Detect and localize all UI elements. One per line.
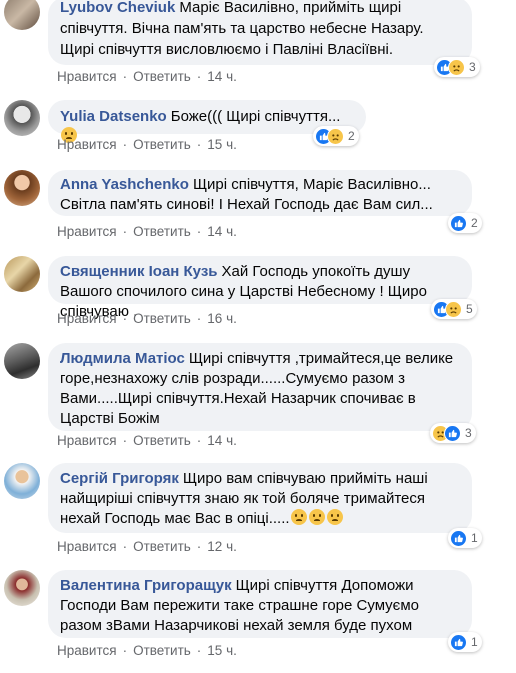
- separator: ·: [196, 539, 202, 554]
- avatar[interactable]: [4, 256, 40, 292]
- comment-actions: Нравится · Ответить · 12 ч.: [57, 539, 237, 554]
- sad-icon: [445, 300, 462, 318]
- comment-author[interactable]: Lyubov Cheviuk: [60, 0, 175, 16]
- reaction-count: 1: [471, 531, 478, 545]
- like-icon: [450, 214, 467, 232]
- reply-link[interactable]: Ответить: [133, 311, 191, 326]
- like-link[interactable]: Нравится: [57, 643, 117, 658]
- reaction-summary[interactable]: 5: [431, 299, 477, 319]
- reaction-summary[interactable]: 2: [448, 213, 482, 233]
- reaction-summary[interactable]: 1: [448, 528, 482, 548]
- sad-emoji-icon: [290, 509, 307, 525]
- separator: ·: [122, 433, 128, 448]
- reaction-count: 2: [348, 129, 355, 143]
- reaction-count: 1: [471, 635, 478, 649]
- like-link[interactable]: Нравится: [57, 311, 117, 326]
- avatar[interactable]: [4, 0, 40, 30]
- separator: ·: [196, 69, 202, 84]
- comment-author[interactable]: Валентина Григоращук: [60, 577, 232, 594]
- comment-actions: Нравится · Ответить · 14 ч.: [57, 69, 237, 84]
- reply-link[interactable]: Ответить: [133, 433, 191, 448]
- comment-actions: Нравится · Ответить · 15 ч.: [57, 137, 237, 152]
- like-icon: [444, 424, 461, 442]
- timestamp[interactable]: 15 ч.: [207, 137, 237, 152]
- comment-actions: Нравится · Ответить · 15 ч.: [57, 643, 237, 658]
- like-link[interactable]: Нравится: [57, 539, 117, 554]
- separator: ·: [122, 69, 128, 84]
- comment-author[interactable]: Людмила Матіос: [60, 350, 185, 367]
- reaction-count: 5: [466, 302, 473, 316]
- separator: ·: [196, 311, 202, 326]
- reply-link[interactable]: Ответить: [133, 137, 191, 152]
- comment-bubble: Anna Yashchenko Щирі співчуття, Маріє Вас…: [48, 170, 472, 216]
- reply-link[interactable]: Ответить: [133, 69, 191, 84]
- like-link[interactable]: Нравится: [57, 137, 117, 152]
- timestamp[interactable]: 12 ч.: [207, 539, 237, 554]
- separator: ·: [196, 224, 202, 239]
- reaction-summary[interactable]: 1: [448, 632, 482, 652]
- comment-actions: Нравится · Ответить · 14 ч.: [57, 224, 237, 239]
- reaction-summary[interactable]: 2: [313, 126, 359, 146]
- sad-emoji-icon: [326, 509, 343, 525]
- comment-author[interactable]: Yulia Datsenko: [60, 108, 167, 125]
- like-link[interactable]: Нравится: [57, 69, 117, 84]
- avatar[interactable]: [4, 170, 40, 206]
- avatar[interactable]: [4, 100, 40, 136]
- sad-icon: [448, 58, 465, 76]
- reply-link[interactable]: Ответить: [133, 539, 191, 554]
- separator: ·: [122, 539, 128, 554]
- comment-bubble: Сергій Григоряк Щиро вам співчуваю приймі…: [48, 463, 472, 533]
- reply-link[interactable]: Ответить: [133, 643, 191, 658]
- comment-author[interactable]: Священник Іоан Кузь: [60, 263, 218, 280]
- separator: ·: [196, 643, 202, 658]
- reaction-count: 3: [469, 60, 476, 74]
- sad-icon: [327, 127, 344, 145]
- comment-actions: Нравится · Ответить · 14 ч.: [57, 433, 237, 448]
- timestamp[interactable]: 14 ч.: [207, 69, 237, 84]
- reaction-count: 2: [471, 216, 478, 230]
- reaction-count: 3: [465, 426, 472, 440]
- timestamp[interactable]: 14 ч.: [207, 433, 237, 448]
- separator: ·: [122, 224, 128, 239]
- separator: ·: [122, 643, 128, 658]
- reaction-summary[interactable]: 3: [434, 57, 480, 77]
- like-link[interactable]: Нравится: [57, 433, 117, 448]
- comment-text: Боже((( Щирі співчуття...: [170, 108, 341, 125]
- comment-bubble: Валентина Григоращук Щирі співчуття Допом…: [48, 570, 472, 638]
- reply-link[interactable]: Ответить: [133, 224, 191, 239]
- separator: ·: [122, 311, 128, 326]
- comment-bubble: Lyubov Cheviuk Маріє Василівно, прийміть …: [48, 0, 472, 65]
- like-link[interactable]: Нравится: [57, 224, 117, 239]
- separator: ·: [122, 137, 128, 152]
- comment-author[interactable]: Сергій Григоряк: [60, 470, 179, 487]
- avatar[interactable]: [4, 343, 40, 379]
- separator: ·: [196, 137, 202, 152]
- like-icon: [450, 633, 467, 651]
- reaction-summary[interactable]: 3: [430, 423, 476, 443]
- avatar[interactable]: [4, 570, 40, 606]
- timestamp[interactable]: 14 ч.: [207, 224, 237, 239]
- comment-actions: Нравится · Ответить · 16 ч.: [57, 311, 237, 326]
- separator: ·: [196, 433, 202, 448]
- comment-bubble: Священник Іоан Кузь Хай Господь упокоїть …: [48, 256, 472, 320]
- timestamp[interactable]: 16 ч.: [207, 311, 237, 326]
- avatar[interactable]: [4, 463, 40, 499]
- sad-emoji-icon: [308, 509, 325, 525]
- like-icon: [450, 529, 467, 547]
- comment-bubble: Людмила Матіос Щирі співчуття ,тримайтеся…: [48, 343, 472, 431]
- comment-author[interactable]: Anna Yashchenko: [60, 176, 189, 193]
- timestamp[interactable]: 15 ч.: [207, 643, 237, 658]
